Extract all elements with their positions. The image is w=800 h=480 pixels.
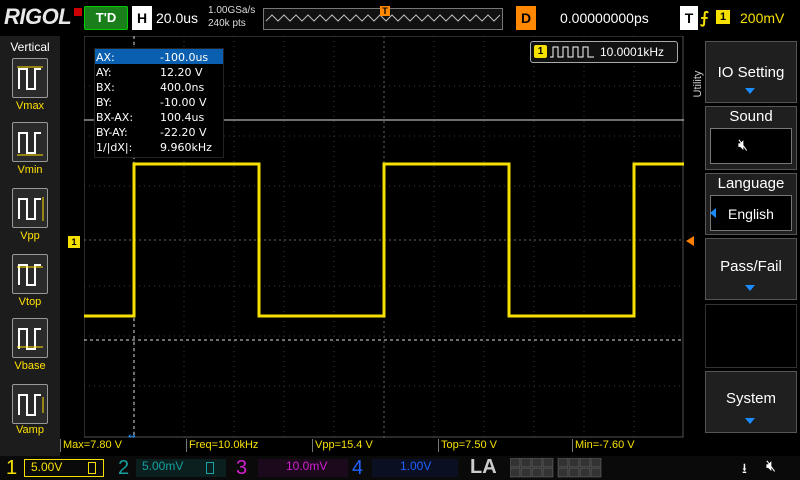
vbase-button[interactable] bbox=[12, 318, 48, 358]
cursor-row-label: BY-AY: bbox=[96, 126, 128, 139]
speaker-mute-status-icon[interactable]: 🔇︎ bbox=[766, 456, 776, 476]
vtop-label: Vtop bbox=[18, 296, 42, 308]
measurement-max[interactable]: Max=7.80 V bbox=[60, 439, 186, 452]
vbase-label: Vbase bbox=[14, 360, 46, 372]
empty-menu-slot bbox=[705, 304, 797, 368]
sound-value-box[interactable] bbox=[710, 128, 792, 164]
vtop-icon bbox=[17, 264, 43, 286]
vmin-button[interactable] bbox=[12, 122, 48, 162]
vamp-button[interactable] bbox=[12, 384, 48, 424]
ch1-coupling-icon bbox=[88, 462, 96, 474]
ch3-number[interactable]: 3 bbox=[236, 456, 247, 480]
vpp-button[interactable] bbox=[12, 188, 48, 228]
trigger-position-marker[interactable]: T bbox=[380, 6, 390, 16]
language-title: Language bbox=[717, 175, 785, 192]
vamp-label: Vamp bbox=[16, 424, 44, 436]
delay-value[interactable]: 0.00000000ps bbox=[560, 10, 649, 26]
brand-logo: RIGOL bbox=[4, 4, 72, 29]
rising-edge-icon: ⨍ bbox=[700, 8, 709, 27]
sample-rate: 1.00GSa/s bbox=[208, 5, 256, 16]
utility-tab-label: Utility bbox=[692, 70, 704, 98]
cursor-row-label: BY: bbox=[96, 96, 112, 109]
cursor-row-value: 400.0ns bbox=[160, 81, 205, 94]
brand-mark-icon bbox=[74, 8, 82, 16]
io-setting-arrow-icon bbox=[745, 88, 755, 94]
ch4-scale[interactable]: 1.00V bbox=[372, 459, 458, 477]
cursor-row-value: -10.00 V bbox=[160, 96, 207, 109]
usb-icon: ⭳ bbox=[742, 461, 747, 477]
vmin-label: Vmin bbox=[17, 164, 43, 176]
measurement-freq[interactable]: Freq=10.0kHz bbox=[186, 439, 312, 452]
vmax-button[interactable] bbox=[12, 58, 48, 98]
ch2-number[interactable]: 2 bbox=[118, 456, 129, 480]
memory-depth: 240k pts bbox=[208, 18, 246, 29]
vamp-icon bbox=[18, 394, 44, 416]
vmax-label: Vmax bbox=[15, 100, 45, 112]
vmax-icon bbox=[17, 66, 43, 90]
horizontal-label[interactable]: H bbox=[132, 6, 152, 30]
cursor-row-value: 9.960kHz bbox=[160, 141, 212, 154]
vmin-icon bbox=[17, 132, 43, 156]
trigger-label[interactable]: T bbox=[680, 6, 698, 30]
speaker-mute-icon: 🔇︎ bbox=[738, 135, 749, 154]
ch4-number[interactable]: 4 bbox=[352, 456, 363, 480]
digital-channels-icon[interactable] bbox=[510, 458, 604, 478]
frequency-value: 10.0001kHz bbox=[600, 45, 665, 59]
vpp-label: Vpp bbox=[20, 230, 40, 242]
delay-label[interactable]: D bbox=[516, 6, 536, 30]
measurement-vpp[interactable]: Vpp=15.4 V bbox=[312, 439, 438, 452]
cursor-row-label: BX-AX: bbox=[96, 111, 134, 124]
cursor-row-label: AY: bbox=[96, 66, 112, 79]
cursor-row-value: -22.20 V bbox=[160, 126, 207, 139]
cursor-row-label: AX: bbox=[96, 51, 115, 64]
ch1-level-marker[interactable]: 1 bbox=[68, 236, 80, 248]
sound-title: Sound bbox=[729, 108, 773, 125]
pass-fail-arrow-icon bbox=[745, 285, 755, 291]
trigger-source-badge[interactable]: 1 bbox=[716, 10, 730, 24]
cursor-row-value: -100.0us bbox=[160, 51, 209, 64]
system-arrow-icon bbox=[745, 418, 755, 424]
ch1-number[interactable]: 1 bbox=[6, 456, 17, 480]
vbase-icon bbox=[17, 328, 43, 350]
square-wave-icon bbox=[550, 46, 594, 58]
pass-fail-label: Pass/Fail bbox=[720, 258, 782, 275]
trigger-level-marker-icon[interactable] bbox=[686, 236, 694, 246]
trigger-level-value[interactable]: 200mV bbox=[740, 10, 784, 26]
logic-analyzer-label[interactable]: LA bbox=[470, 456, 497, 479]
cursor-row-label: 1/|dX|: bbox=[96, 141, 133, 154]
measurement-top[interactable]: Top=7.50 V bbox=[438, 439, 572, 452]
system-label: System bbox=[725, 390, 776, 407]
measurement-min[interactable]: Min=-7.60 V bbox=[572, 439, 684, 452]
vertical-panel-title: Vertical bbox=[10, 40, 50, 54]
ch3-scale[interactable]: 10.0mV bbox=[258, 459, 348, 477]
io-setting-label: IO Setting bbox=[717, 64, 785, 81]
ch2-coupling-icon bbox=[206, 462, 214, 474]
vpp-icon bbox=[18, 197, 44, 221]
cursor-row-value: 100.4us bbox=[160, 111, 205, 124]
cursor-row-label: BX: bbox=[96, 81, 115, 94]
timebase-value[interactable]: 20.0us bbox=[156, 10, 198, 26]
cursor-row-value: 12.20 V bbox=[160, 66, 203, 79]
vtop-button[interactable] bbox=[12, 254, 48, 294]
language-value: English bbox=[728, 206, 774, 222]
freq-channel-badge: 1 bbox=[534, 45, 547, 58]
run-status-badge[interactable]: T'D bbox=[84, 6, 128, 30]
